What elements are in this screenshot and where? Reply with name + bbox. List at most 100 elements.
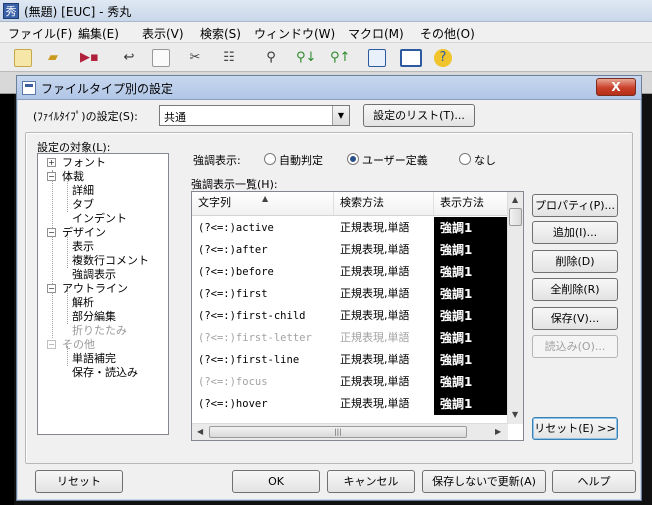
column-header-method[interactable]: 検索方法 xyxy=(334,192,434,215)
tree-item-tab[interactable]: タブ xyxy=(72,198,94,212)
tree-item-detail[interactable]: 詳細 xyxy=(72,184,94,198)
open-folder-icon[interactable]: ▰ xyxy=(44,49,62,67)
find-prev-icon[interactable]: ⚲↑ xyxy=(330,49,350,67)
pattern-cell: (?<=:)first-line xyxy=(198,354,300,366)
pattern-cell: (?<=:)before xyxy=(198,266,274,278)
collapse-icon[interactable]: − xyxy=(47,284,56,293)
cancel-button[interactable]: キャンセル xyxy=(327,470,415,493)
radio-auto-detect-label[interactable]: 自動判定 xyxy=(279,152,323,168)
scroll-left-icon[interactable]: ◀ xyxy=(197,427,203,436)
menu-macro[interactable]: マクロ(M) xyxy=(348,25,404,42)
table-row[interactable]: (?<=:)first 正規表現,単語 強調1 xyxy=(192,283,508,305)
tree-item-label: 体裁 xyxy=(62,170,84,183)
radio-user-defined[interactable] xyxy=(347,153,359,165)
tree-item-parse[interactable]: 解析 xyxy=(72,296,94,310)
radio-user-defined-label[interactable]: ユーザー定義 xyxy=(362,152,428,168)
menu-search[interactable]: 検索(S) xyxy=(200,25,241,42)
expand-icon[interactable]: + xyxy=(47,158,56,167)
scroll-right-icon[interactable]: ▶ xyxy=(495,427,501,436)
properties-button[interactable]: プロパティ(P)... xyxy=(532,194,618,217)
tree-item-indent[interactable]: インデント xyxy=(72,212,127,226)
ok-button[interactable]: OK xyxy=(232,470,320,493)
table-row[interactable]: (?<=:)first-letter 正規表現,単語 強調1 xyxy=(192,327,508,349)
settings-list-button[interactable]: 設定のリスト(T)... xyxy=(363,104,475,127)
tree-item-display[interactable]: 表示 xyxy=(72,240,94,254)
display-cell: 強調1 xyxy=(434,393,508,415)
radio-none[interactable] xyxy=(459,153,471,165)
pattern-cell: (?<=:)focus xyxy=(198,376,268,388)
add-button[interactable]: 追加(I)... xyxy=(532,221,618,244)
tree-item-word-completion[interactable]: 単語補完 xyxy=(72,352,116,366)
close-button[interactable]: X xyxy=(596,78,636,96)
display-cell: 強調1 xyxy=(434,327,508,349)
table-row[interactable]: (?<=:)first-line 正規表現,単語 強調1 xyxy=(192,349,508,371)
cut-icon[interactable]: ✂ xyxy=(186,49,204,67)
menu-file[interactable]: ファイル(F) xyxy=(8,25,72,42)
display-cell: 強調1 xyxy=(434,217,508,239)
table-row[interactable]: (?<=:)active 正規表現,単語 強調1 xyxy=(192,217,508,239)
collapse-icon[interactable]: − xyxy=(47,228,56,237)
tree-item-label: 詳細 xyxy=(72,184,94,197)
tree-item-label: タブ xyxy=(72,198,94,211)
scroll-down-icon[interactable]: ▼ xyxy=(512,410,518,419)
highlight-list[interactable]: 文字列 ▲ 検索方法 表示方法 (?<=:)active 正規表現,単語 強調1… xyxy=(191,191,524,441)
column-header-pattern[interactable]: 文字列 ▲ xyxy=(192,192,334,215)
list-vertical-scrollbar[interactable]: ▲ ▼ xyxy=(507,192,523,424)
table-row[interactable]: (?<=:)hover 正規表現,単語 強調1 xyxy=(192,393,508,415)
method-cell: 正規表現,単語 xyxy=(340,287,410,300)
radio-auto-detect[interactable] xyxy=(264,153,276,165)
split-icon[interactable] xyxy=(400,49,422,67)
tree-item-folding[interactable]: 折りたたみ xyxy=(72,324,127,338)
filetype-select[interactable]: 共通 ▼ xyxy=(159,105,350,126)
settings-target-tree[interactable]: + フォント − 体裁 詳細 タブ インデント − デザイン 表示 複数行コメン… xyxy=(37,153,169,435)
toolbar: ▰ ▶▪ ↩ ✂ ☷ ⚲ ⚲↓ ⚲↑ ? xyxy=(0,43,652,72)
load-button[interactable]: 読込み(O)... xyxy=(532,335,618,358)
menu-view[interactable]: 表示(V) xyxy=(142,25,184,42)
method-cell: 正規表現,単語 xyxy=(340,397,410,410)
save-icon[interactable]: ▶▪ xyxy=(80,49,99,67)
find-next-icon[interactable]: ⚲↓ xyxy=(296,49,316,67)
save-button[interactable]: 保存(V)... xyxy=(532,307,618,330)
table-row[interactable]: (?<=:)focus 正規表現,単語 強調1 xyxy=(192,371,508,393)
scroll-thumb[interactable]: ||| xyxy=(209,426,467,438)
column-header-display[interactable]: 表示方法 xyxy=(434,192,508,215)
copy-icon[interactable] xyxy=(152,49,170,67)
scroll-thumb[interactable] xyxy=(509,208,522,226)
table-row[interactable]: (?<=:)first-child 正規表現,単語 強調1 xyxy=(192,305,508,327)
help-icon[interactable]: ? xyxy=(434,49,452,67)
tree-item-highlight[interactable]: 強調表示 xyxy=(72,268,116,282)
reset-expand-button[interactable]: リセット(E) >> xyxy=(532,417,618,440)
scroll-up-icon[interactable]: ▲ xyxy=(512,195,518,204)
tree-item-save-load[interactable]: 保存・読込み xyxy=(72,366,138,380)
collapse-icon[interactable]: − xyxy=(47,340,56,349)
paste-icon[interactable]: ☷ xyxy=(220,49,238,67)
chevron-down-icon[interactable]: ▼ xyxy=(332,106,349,125)
new-file-icon[interactable] xyxy=(14,49,32,67)
delete-button[interactable]: 削除(D) xyxy=(532,250,618,273)
window-icon[interactable] xyxy=(368,49,386,67)
table-row[interactable]: (?<=:)before 正規表現,単語 強調1 xyxy=(192,261,508,283)
menu-other[interactable]: その他(O) xyxy=(420,25,475,42)
table-row[interactable]: (?<=:)after 正規表現,単語 強調1 xyxy=(192,239,508,261)
app-title: (無題) [EUC] - 秀丸 xyxy=(24,5,132,19)
list-horizontal-scrollbar[interactable]: ◀ ||| ▶ xyxy=(192,423,508,440)
tree-item-partial-edit[interactable]: 部分編集 xyxy=(72,310,116,324)
method-cell: 正規表現,単語 xyxy=(340,331,410,344)
update-without-save-button[interactable]: 保存しないで更新(A) xyxy=(422,470,546,493)
delete-all-button[interactable]: 全削除(R) xyxy=(532,278,618,301)
help-button[interactable]: ヘルプ xyxy=(552,470,636,493)
tree-item-multiline-comment[interactable]: 複数行コメント xyxy=(72,254,149,268)
pattern-cell: (?<=:)hover xyxy=(198,398,268,410)
hidemaru-app-icon: 秀 xyxy=(3,3,19,19)
list-header: 文字列 ▲ 検索方法 表示方法 xyxy=(192,192,508,216)
radio-none-label[interactable]: なし xyxy=(474,152,496,168)
menu-window[interactable]: ウィンドウ(W) xyxy=(254,25,335,42)
sort-up-icon: ▲ xyxy=(262,194,269,203)
tree-item-label: インデント xyxy=(72,212,127,225)
tree-connector xyxy=(52,170,53,338)
menu-edit[interactable]: 編集(E) xyxy=(78,25,119,42)
undo-icon[interactable]: ↩ xyxy=(120,49,138,67)
reset-button[interactable]: リセット xyxy=(35,470,123,493)
collapse-icon[interactable]: − xyxy=(47,172,56,181)
find-icon[interactable]: ⚲ xyxy=(262,49,280,67)
